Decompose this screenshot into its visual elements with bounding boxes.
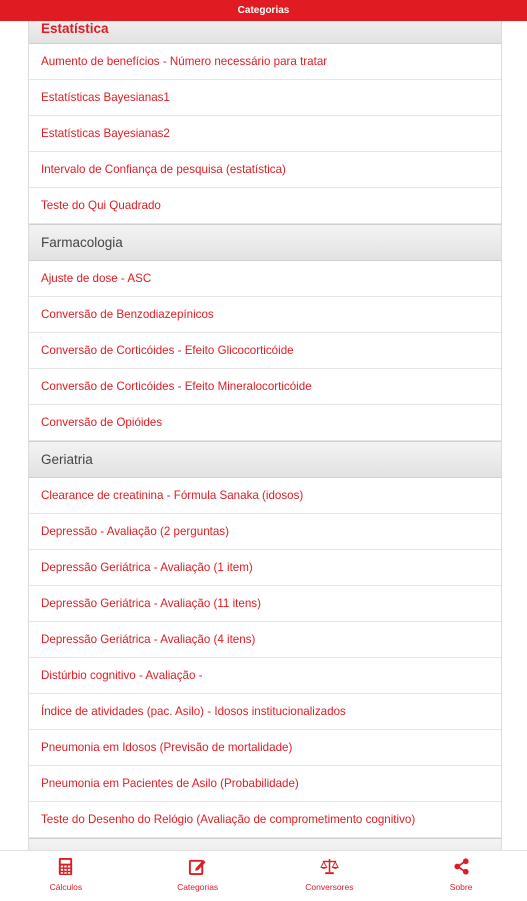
category-list[interactable]: Estatística Aumento de benefícios - Númer…	[0, 21, 527, 850]
list-item[interactable]: Aumento de benefícios - Número necessári…	[29, 44, 501, 80]
list-item[interactable]: Depressão Geriátrica - Avaliação (1 item…	[29, 550, 501, 586]
section-header: Geriatria	[29, 441, 501, 478]
list-item[interactable]: Estatísticas Bayesianas1	[29, 80, 501, 116]
list-item[interactable]: Distúrbio cognitivo - Avaliação -	[29, 658, 501, 694]
section-header: Estatística	[29, 21, 501, 44]
share-icon	[454, 858, 469, 875]
tab-sobre[interactable]: Sobre	[395, 851, 527, 901]
app-bar: Categorias	[0, 0, 527, 21]
tab-sobre-label: Sobre	[449, 882, 473, 892]
tab-conversores-label: Conversores	[305, 882, 354, 892]
section-header: Ginecologia e Obstetrícia	[29, 838, 501, 850]
scale-icon	[320, 858, 339, 875]
tab-calculos-label: Cálculos	[49, 882, 83, 892]
list-item[interactable]: Teste do Desenho do Relógio (Avaliação d…	[29, 802, 501, 838]
list-item[interactable]: Estatísticas Bayesianas2	[29, 116, 501, 152]
tab-calculos[interactable]: Cálculos	[0, 851, 132, 901]
edit-icon	[189, 859, 206, 876]
list-item[interactable]: Conversão de Opióides	[29, 405, 501, 441]
tab-conversores[interactable]: Conversores	[264, 851, 396, 901]
list-item[interactable]: Ajuste de dose - ASC	[29, 261, 501, 297]
list-item[interactable]: Clearance de creatinina - Fórmula Sanaka…	[29, 478, 501, 514]
section-header: Farmacologia	[29, 224, 501, 261]
list-item[interactable]: Intervalo de Confiança de pesquisa (esta…	[29, 152, 501, 188]
app-bar-title: Categorias	[237, 5, 290, 16]
list-item[interactable]: Depressão - Avaliação (2 perguntas)	[29, 514, 501, 550]
list-item[interactable]: Índice de atividades (pac. Asilo) - Idos…	[29, 694, 501, 730]
list-item[interactable]: Pneumonia em Pacientes de Asilo (Probabi…	[29, 766, 501, 802]
list-item[interactable]: Conversão de Corticóides - Efeito Glicoc…	[29, 333, 501, 369]
tab-categorias[interactable]: Categorias	[132, 851, 264, 901]
bottom-navigation: Cálculos Categorias Conversores Sobre	[0, 850, 527, 901]
calculator-icon	[59, 857, 73, 876]
list-item[interactable]: Pneumonia em Idosos (Previsão de mortali…	[29, 730, 501, 766]
list-item[interactable]: Depressão Geriátrica - Avaliação (4 iten…	[29, 622, 501, 658]
tab-categorias-label: Categorias	[177, 882, 219, 892]
category-sheet: Estatística Aumento de benefícios - Númer…	[28, 21, 502, 850]
list-item[interactable]: Conversão de Benzodiazepínicos	[29, 297, 501, 333]
list-item[interactable]: Teste do Qui Quadrado	[29, 188, 501, 224]
list-item[interactable]: Depressão Geriátrica - Avaliação (11 ite…	[29, 586, 501, 622]
list-item[interactable]: Conversão de Corticóides - Efeito Minera…	[29, 369, 501, 405]
